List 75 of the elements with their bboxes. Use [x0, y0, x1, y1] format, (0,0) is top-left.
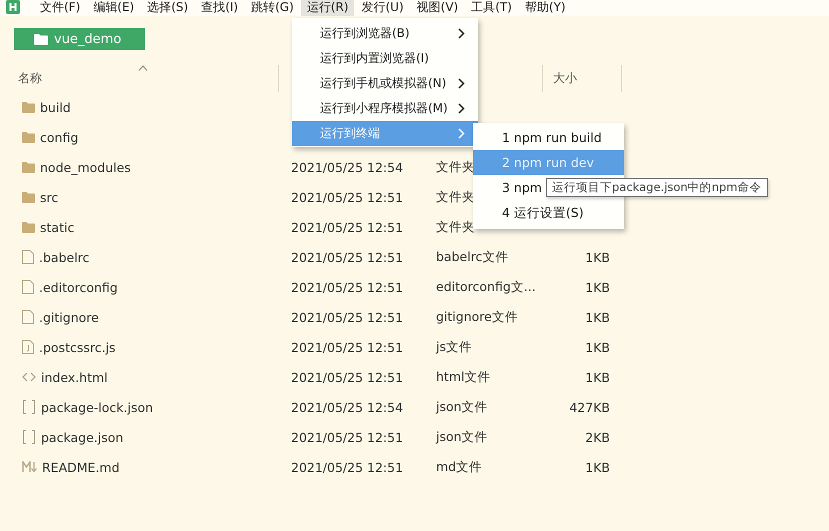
file-name[interactable]: static — [40, 220, 74, 234]
file-type: editorconfig文... — [436, 278, 536, 294]
file-size: 1KB — [585, 340, 610, 354]
modified-date: 2021/05/25 12:54 — [291, 400, 404, 414]
file-type: md文件 — [436, 458, 482, 474]
file-size: 1KB — [585, 280, 610, 294]
tooltip: 运行项目下package.json中的npm命令 — [546, 178, 768, 197]
file-size: 1KB — [585, 250, 610, 264]
file-type: json文件 — [436, 398, 488, 414]
file-icon — [22, 250, 34, 264]
file-icon — [22, 280, 34, 294]
menu-item[interactable]: 4 运行设置(S) — [473, 200, 624, 225]
file-icon — [22, 310, 34, 324]
file-type: js文件 — [436, 338, 472, 354]
file-size: 1KB — [585, 310, 610, 324]
folder-icon — [22, 132, 35, 142]
file-name[interactable]: config — [40, 130, 78, 144]
folder-icon — [22, 222, 35, 232]
file-name[interactable]: .postcssrc.js — [39, 340, 116, 354]
folder-icon — [34, 34, 48, 44]
file-type: 文件夹 — [436, 218, 475, 234]
column-header[interactable]: 名称 — [18, 70, 42, 87]
modified-date: 2021/05/25 12:51 — [291, 280, 404, 294]
file-size: 427KB — [569, 400, 610, 414]
modified-date: 2021/05/25 12:51 — [291, 370, 404, 384]
markdown-icon — [22, 461, 37, 473]
menu-item[interactable]: 运行到浏览器(B) — [292, 21, 478, 46]
menu-item[interactable]: 运行到手机或模拟器(N) — [292, 71, 478, 96]
modified-date: 2021/05/25 12:51 — [291, 460, 404, 474]
file-name[interactable]: README.md — [42, 460, 120, 474]
file-type: html文件 — [436, 368, 490, 384]
file-size: 1KB — [585, 370, 610, 384]
file-name[interactable]: node_modules — [40, 160, 131, 174]
file-type: 文件夹 — [436, 188, 475, 204]
menu-item[interactable]: 工具(T) — [465, 0, 518, 16]
modified-date: 2021/05/25 12:51 — [291, 310, 404, 324]
menu-item[interactable]: 视图(V) — [410, 0, 464, 16]
file-type: 文件夹 — [436, 158, 475, 174]
menu-item[interactable]: 发行(U) — [355, 0, 410, 16]
menu-item[interactable]: 选择(S) — [141, 0, 194, 16]
square-brackets-icon — [22, 430, 36, 444]
menu-item[interactable]: 跳转(G) — [245, 0, 300, 16]
file-name[interactable]: build — [40, 100, 71, 114]
file-name[interactable]: .gitignore — [39, 310, 99, 324]
file-name[interactable]: src — [40, 190, 58, 204]
file-name[interactable]: index.html — [41, 370, 108, 384]
modified-date: 2021/05/25 12:51 — [291, 190, 404, 204]
file-size: 2KB — [585, 430, 610, 444]
menu-item[interactable]: 运行到小程序模拟器(M) — [292, 96, 478, 121]
modified-date: 2021/05/25 12:51 — [291, 220, 404, 234]
file-name[interactable]: .editorconfig — [39, 280, 118, 294]
menu-item[interactable]: 帮助(Y) — [518, 0, 572, 16]
file-type: gitignore文件 — [436, 308, 518, 324]
folder-icon — [22, 102, 35, 112]
square-brackets-icon — [22, 400, 36, 414]
folder-icon — [22, 192, 35, 202]
menu-item[interactable]: 运行到内置浏览器(I) — [292, 46, 478, 71]
modified-date: 2021/05/25 12:54 — [291, 160, 404, 174]
file-name[interactable]: .babelrc — [39, 250, 90, 264]
folder-icon — [22, 162, 35, 172]
menu-item[interactable]: 文件(F) — [34, 0, 86, 16]
modified-date: 2021/05/25 12:51 — [291, 430, 404, 444]
menu-item[interactable]: 查找(I) — [195, 0, 244, 16]
modified-date: 2021/05/25 12:51 — [291, 340, 404, 354]
file-type: json文件 — [436, 428, 488, 444]
file-name[interactable]: package-lock.json — [41, 400, 154, 414]
menu-item[interactable]: 运行(R) — [300, 0, 354, 16]
column-header[interactable]: 大小 — [553, 70, 577, 87]
file-size: 1KB — [585, 460, 610, 474]
modified-date: 2021/05/25 12:51 — [291, 250, 404, 264]
menu-item[interactable]: 编辑(E) — [87, 0, 140, 16]
code-brackets-icon — [22, 372, 36, 382]
js-file-icon — [22, 340, 34, 354]
file-name[interactable]: package.json — [41, 430, 124, 444]
file-type: babelrc文件 — [436, 248, 508, 264]
